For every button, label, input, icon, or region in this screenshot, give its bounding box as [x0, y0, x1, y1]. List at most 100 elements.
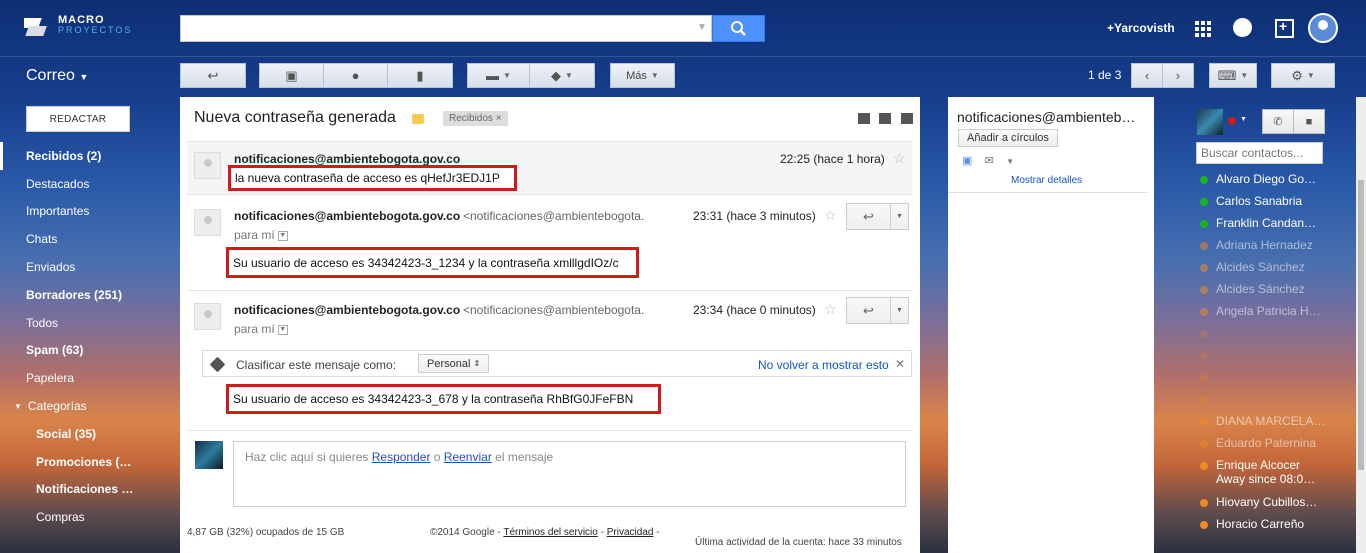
share-plus-icon[interactable] [1275, 18, 1294, 38]
expand-all-icon[interactable] [858, 113, 870, 124]
chevron-down-icon[interactable]: ▼ [1240, 116, 1247, 123]
recipient-details[interactable]: para mí ▼ [234, 228, 288, 242]
close-icon[interactable]: × [496, 113, 502, 124]
sidebar-item-updates[interactable]: Notificaciones … [0, 476, 170, 504]
chat-contact[interactable]: Carlos Sanabria [1200, 194, 1350, 208]
chat-contact[interactable]: Hiovany Cubillos… [1200, 495, 1350, 509]
message-body: Su usuario de acceso es 34342423-3_1234 … [226, 247, 639, 278]
older-button[interactable]: › [1162, 63, 1194, 88]
user-profile-link[interactable]: +Yarcovisth [1107, 21, 1175, 35]
print-icon[interactable] [879, 113, 891, 124]
sidebar-item-drafts[interactable]: Borradores (251) [0, 281, 170, 309]
back-button[interactable]: ↩ [180, 63, 246, 88]
star-icon[interactable]: ☆ [824, 207, 837, 224]
star-icon[interactable]: ☆ [893, 150, 906, 167]
chevron-down-icon[interactable]: ▼ [1006, 157, 1014, 166]
search-button[interactable] [712, 15, 765, 42]
chat-contact[interactable]: Adriana Hernadez [1200, 238, 1350, 252]
chat-contact[interactable] [1200, 392, 1350, 406]
sidebar-item-categories[interactable]: ▼ Categorías [0, 392, 170, 420]
show-details-link[interactable]: Mostrar detalles [1011, 175, 1082, 186]
chat-contact[interactable]: Eduardo Paternina [1200, 436, 1350, 450]
phone-icon[interactable]: ✆ [1263, 110, 1293, 133]
close-icon[interactable]: ✕ [895, 357, 905, 371]
compose-button[interactable]: REDACTAR [26, 106, 130, 132]
chat-contact[interactable]: Angela Patricia H… [1200, 304, 1350, 318]
classify-label: Clasificar este mensaje como: [236, 358, 397, 372]
busy-status-icon[interactable] [1228, 117, 1236, 125]
hangout-icon[interactable]: ▣ [962, 155, 972, 167]
contact-search-input[interactable] [1196, 142, 1323, 164]
scrollbar-thumb[interactable] [1358, 180, 1364, 470]
search-input[interactable] [180, 15, 712, 42]
status-dot-icon [1200, 219, 1208, 228]
forward-link[interactable]: Reenviar [444, 450, 492, 464]
new-window-icon[interactable] [901, 113, 913, 124]
sidebar-item-starred[interactable]: Destacados [0, 170, 170, 198]
add-to-circles-button[interactable]: Añadir a círculos [958, 129, 1058, 147]
sidebar-item-promotions[interactable]: Promociones (… [0, 448, 170, 476]
reply-box[interactable]: Haz clic aquí si quieres Responder o Ree… [233, 441, 906, 507]
reply-button[interactable]: ↩ ▼ [846, 297, 909, 324]
sidebar-item-shopping[interactable]: Compras [0, 503, 170, 531]
classify-select[interactable]: Personal ⇕ [418, 354, 490, 373]
mail-icon[interactable]: ✉ [985, 155, 994, 167]
delete-button[interactable]: ▮ [387, 63, 453, 88]
label-chip[interactable]: Recibidos × [443, 111, 508, 126]
top-bar: MACRO PROYECTOS ▼ +Yarcovisth [0, 0, 1366, 56]
input-tools-button[interactable]: ⌨ ▼ [1209, 63, 1257, 88]
message-sender[interactable]: notificaciones@ambientebogota.gov.co [234, 303, 460, 317]
recipient-details[interactable]: para mí ▼ [234, 322, 288, 336]
chevron-down-icon: ▼ [650, 71, 659, 80]
chat-contact[interactable]: DIANA MARCELA… [1200, 414, 1350, 428]
move-to-button[interactable]: ▬ ▼ [467, 63, 530, 88]
chat-contact[interactable] [1200, 370, 1350, 384]
apps-grid-icon[interactable] [1195, 21, 1211, 37]
mail-app-switcher[interactable]: Correo ▼ [26, 67, 88, 85]
dismiss-classify-link[interactable]: No volver a mostrar esto [758, 358, 889, 372]
sidebar-item-sent[interactable]: Enviados [0, 253, 170, 281]
report-spam-button[interactable]: ● [323, 63, 388, 88]
storage-usage: 4,87 GB (32%) ocupados de 15 GB [187, 527, 345, 538]
sidebar-item-inbox[interactable]: Recibidos (2) [0, 142, 170, 170]
sidebar-item-social[interactable]: Social (35) [0, 420, 170, 448]
chat-self-avatar[interactable] [1197, 109, 1223, 135]
contact-name: Alvaro Diego Go… [1216, 172, 1317, 186]
sidebar-item-spam[interactable]: Spam (63) [0, 337, 170, 365]
newer-button[interactable]: ‹ [1131, 63, 1163, 88]
sidebar-item-trash[interactable]: Papelera [0, 364, 170, 392]
notifications-bell-icon[interactable] [1233, 18, 1252, 37]
sender-avatar [194, 303, 221, 330]
sidebar-item-important[interactable]: Importantes [0, 198, 170, 226]
more-button[interactable]: Más ▼ [610, 63, 675, 88]
chevron-down-icon[interactable]: ▼ [890, 204, 908, 229]
privacy-link[interactable]: Privacidad [607, 527, 654, 538]
message-sender[interactable]: notificaciones@ambientebogota.gov.co [234, 209, 460, 223]
chat-contact[interactable]: Franklin Candan… [1200, 216, 1350, 230]
reply-link[interactable]: Responder [372, 450, 431, 464]
message-divider [187, 290, 912, 291]
sidebar-item-all[interactable]: Todos [0, 309, 170, 337]
terms-link[interactable]: Términos del servicio [503, 527, 597, 538]
settings-button[interactable]: ⚙ ▼ [1271, 63, 1335, 88]
chat-contact[interactable]: Alcides Sánchez [1200, 282, 1350, 296]
labels-button[interactable]: ◆ ▼ [529, 63, 595, 88]
message-sender-email: <notificaciones@ambientebogota. [463, 209, 645, 223]
chat-contact[interactable]: Alcides Sánchez [1200, 260, 1350, 274]
contact-name: DIANA MARCELA… [1216, 414, 1326, 428]
chat-contact[interactable]: Enrique Alcocer Away since 08:0… [1200, 458, 1350, 486]
chat-contact[interactable]: Alvaro Diego Go… [1200, 172, 1350, 186]
chevron-down-icon[interactable]: ▼ [890, 298, 908, 323]
account-avatar[interactable] [1308, 13, 1338, 43]
message-sender[interactable]: notificaciones@ambientebogota.gov.co [234, 152, 460, 166]
chat-contact[interactable] [1200, 326, 1350, 340]
archive-button[interactable]: ▣ [259, 63, 324, 88]
search-clear-icon[interactable]: ▼ [697, 22, 707, 33]
chat-contact[interactable] [1200, 348, 1350, 362]
video-icon[interactable]: ■ [1293, 110, 1324, 133]
label-tag-icon[interactable] [412, 114, 424, 124]
sidebar-item-chats[interactable]: Chats [0, 225, 170, 253]
star-icon[interactable]: ☆ [824, 301, 837, 318]
chat-contact[interactable]: Horacio Carreño [1200, 517, 1350, 531]
reply-button[interactable]: ↩ ▼ [846, 203, 909, 230]
